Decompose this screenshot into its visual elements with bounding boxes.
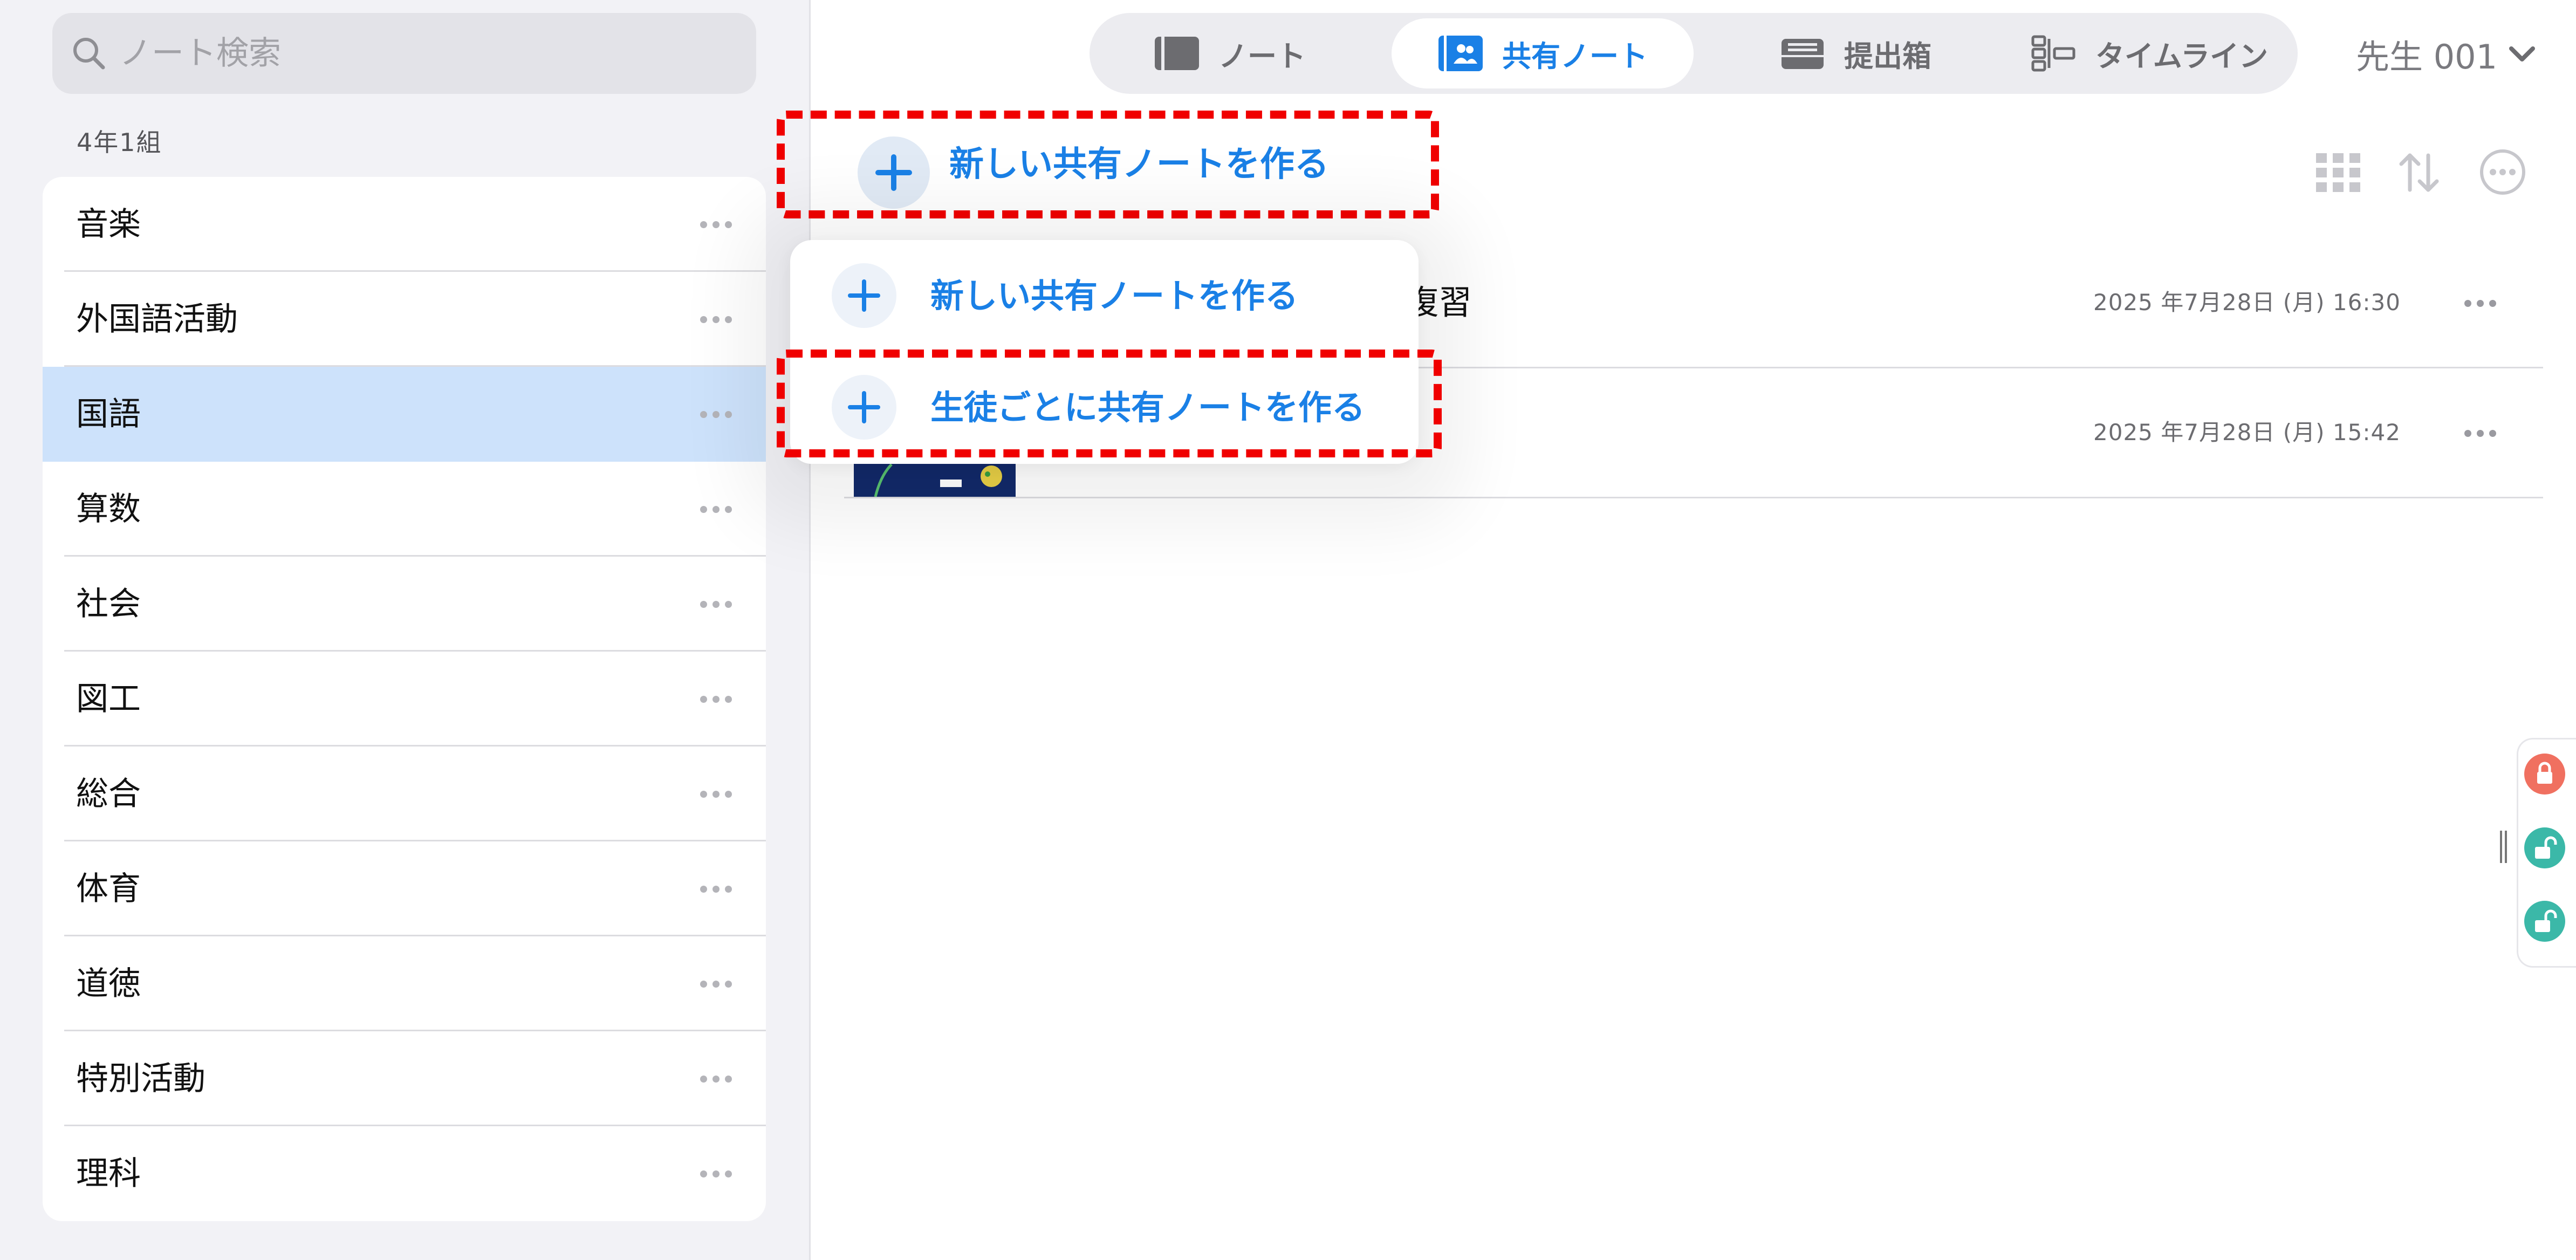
subject-more-button[interactable]: [690, 589, 742, 619]
chevron-down-icon: [2509, 46, 2536, 61]
subject-label: 総合: [76, 775, 141, 813]
menu-item-label: 生徒ごとに共有ノートを作る: [930, 388, 1366, 427]
user-menu[interactable]: 先生 001: [2356, 22, 2536, 86]
class-title: 4年1組: [77, 128, 162, 157]
new-shared-note-button[interactable]: 新しい共有ノートを作る: [777, 111, 1439, 218]
subject-more-button[interactable]: [690, 1064, 742, 1094]
drag-handle[interactable]: [2498, 828, 2509, 866]
subject-label: 社会: [76, 585, 141, 623]
unlock-icon[interactable]: [2524, 901, 2565, 942]
menu-item-per-student-shared-note[interactable]: 生徒ごとに共有ノートを作る: [790, 352, 1419, 463]
lock-icon[interactable]: [2524, 754, 2565, 795]
plus-icon: [858, 136, 930, 209]
subject-more-button[interactable]: [690, 209, 742, 239]
tab-notes[interactable]: ノート: [1106, 18, 1354, 88]
subject-label: 図工: [76, 680, 141, 718]
sort-icon[interactable]: [2395, 151, 2443, 194]
search-bar[interactable]: [52, 13, 756, 94]
subject-more-button[interactable]: [690, 304, 742, 334]
plus-icon: [832, 263, 896, 328]
note-thumbnail: [854, 460, 1016, 497]
subject-label: 算数: [76, 490, 141, 528]
subject-label: 体育: [76, 870, 141, 908]
tab-submission-box[interactable]: 提出箱: [1731, 18, 1979, 88]
subject-item[interactable]: 体育: [43, 841, 766, 936]
menu-item-label: 新しい共有ノートを作る: [930, 276, 1299, 316]
tab-shared-notes-label: 共有ノート: [1502, 39, 1648, 73]
create-shared-note-menu: 新しい共有ノートを作る 生徒ごとに共有ノートを作る: [790, 240, 1419, 464]
more-options-icon[interactable]: [2478, 148, 2527, 196]
user-name: 先生 001: [2356, 37, 2498, 77]
notebook-icon: [1155, 37, 1199, 70]
grid-view-icon[interactable]: [2314, 151, 2362, 194]
subject-label: 特別活動: [76, 1060, 205, 1098]
subject-item[interactable]: 特別活動: [43, 1031, 766, 1126]
tab-notes-label: ノート: [1218, 39, 1306, 73]
search-icon: [73, 38, 105, 70]
subject-item[interactable]: 算数: [43, 462, 766, 557]
subject-more-button[interactable]: [690, 969, 742, 999]
subject-more-button[interactable]: [690, 399, 742, 429]
subject-label: 理科: [76, 1155, 141, 1193]
tab-timeline-label: タイムライン: [2095, 39, 2269, 73]
subject-more-button[interactable]: [690, 1159, 742, 1189]
subject-item[interactable]: 理科: [43, 1126, 766, 1221]
tab-shared-notes[interactable]: 共有ノート: [1392, 18, 1694, 88]
subject-item[interactable]: 道徳: [43, 936, 766, 1031]
subject-list: 音楽外国語活動国語算数社会図工総合体育道徳特別活動理科: [43, 177, 766, 1221]
subject-item[interactable]: 社会: [43, 557, 766, 652]
submission-box-icon: [1782, 39, 1824, 69]
tab-submission-box-label: 提出箱: [1844, 39, 1931, 73]
timeline-icon: [2031, 35, 2075, 72]
subject-more-button[interactable]: [690, 779, 742, 809]
note-more-button[interactable]: [2454, 288, 2506, 318]
plus-icon: [832, 375, 896, 440]
subject-label: 道徳: [76, 965, 141, 1003]
search-input[interactable]: [118, 34, 741, 73]
new-shared-note-label: 新しい共有ノートを作る: [949, 145, 1329, 184]
subject-item[interactable]: 国語: [43, 367, 766, 462]
subject-item[interactable]: 総合: [43, 747, 766, 841]
shared-note-icon: [1438, 36, 1483, 71]
subject-label: 国語: [76, 395, 141, 433]
subject-more-button[interactable]: [690, 874, 742, 904]
subject-more-button[interactable]: [690, 684, 742, 714]
subject-item[interactable]: 外国語活動: [43, 272, 766, 367]
subject-item[interactable]: 音楽: [43, 177, 766, 272]
subject-label: 音楽: [76, 206, 141, 243]
unlock-icon[interactable]: [2524, 827, 2565, 868]
subject-more-button[interactable]: [690, 494, 742, 524]
view-tabs: ノート 共有ノート 提出箱 タイムライン: [1090, 13, 2298, 94]
subject-label: 外国語活動: [76, 300, 238, 338]
menu-item-new-shared-note[interactable]: 新しい共有ノートを作る: [790, 240, 1419, 352]
note-date: 2025 年7月28日 (月) 15:42: [2093, 419, 2401, 446]
tab-timeline[interactable]: タイムライン: [2006, 18, 2292, 88]
note-more-button[interactable]: [2454, 418, 2506, 448]
note-date: 2025 年7月28日 (月) 16:30: [2093, 289, 2401, 316]
sidebar: 4年1組 音楽外国語活動国語算数社会図工総合体育道徳特別活動理科: [0, 0, 811, 1260]
subject-item[interactable]: 図工: [43, 652, 766, 747]
